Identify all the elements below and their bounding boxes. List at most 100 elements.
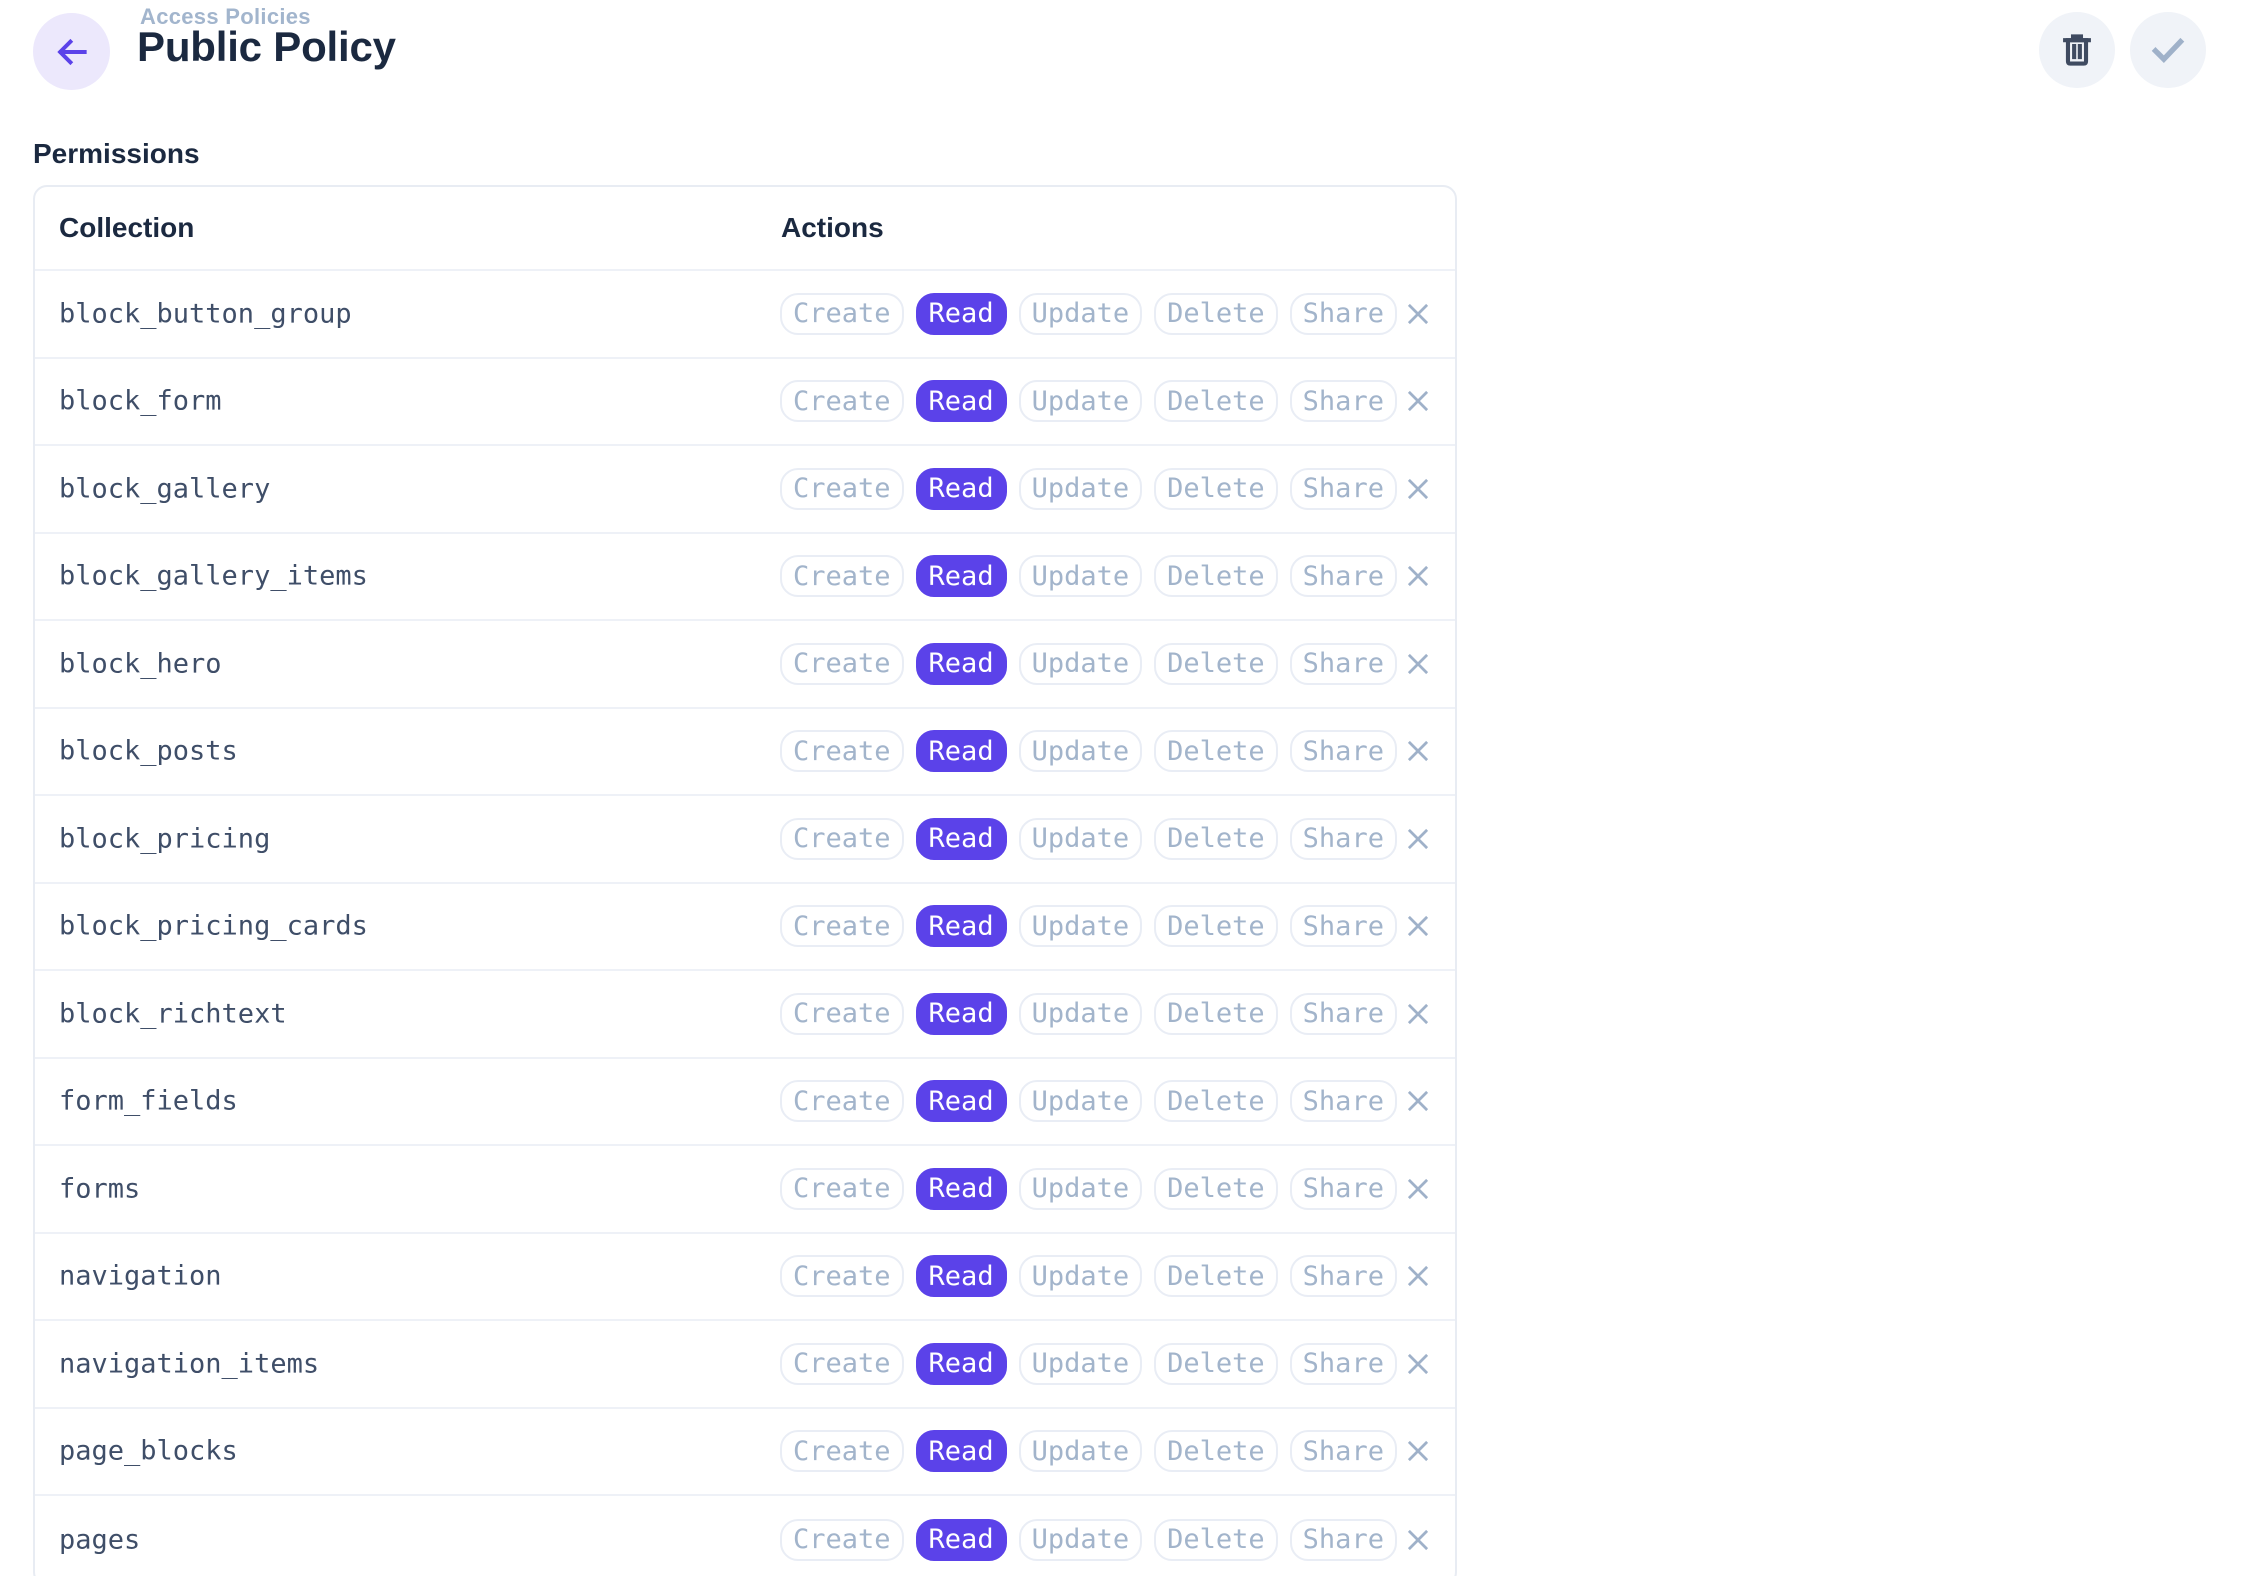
share-action-chip[interactable]: Share (1290, 468, 1397, 510)
delete-action-chip[interactable]: Delete (1154, 730, 1278, 772)
delete-action-chip[interactable]: Delete (1154, 643, 1278, 685)
delete-action-chip[interactable]: Delete (1154, 818, 1278, 860)
create-action-chip[interactable]: Create (780, 818, 904, 860)
delete-action-chip[interactable]: Delete (1154, 993, 1278, 1035)
delete-button[interactable] (2039, 12, 2115, 88)
read-action-chip[interactable]: Read (916, 1255, 1007, 1297)
read-action-chip[interactable]: Read (916, 905, 1007, 947)
share-action-chip[interactable]: Share (1290, 1343, 1397, 1385)
create-action-chip[interactable]: Create (780, 1343, 904, 1385)
read-action-chip[interactable]: Read (916, 1080, 1007, 1122)
collection-name: block_hero (59, 648, 222, 679)
remove-row-button[interactable] (1396, 554, 1440, 598)
update-action-chip[interactable]: Update (1019, 468, 1143, 510)
share-action-chip[interactable]: Share (1290, 380, 1397, 422)
update-action-chip[interactable]: Update (1019, 1255, 1143, 1297)
update-action-chip[interactable]: Update (1019, 1519, 1143, 1561)
update-action-chip[interactable]: Update (1019, 555, 1143, 597)
table-row: block_form CreateReadUpdateDeleteShare (35, 359, 1455, 447)
update-action-chip[interactable]: Update (1019, 993, 1143, 1035)
read-action-chip[interactable]: Read (916, 818, 1007, 860)
delete-action-chip[interactable]: Delete (1154, 1343, 1278, 1385)
collection-name: block_button_group (59, 298, 352, 329)
delete-action-chip[interactable]: Delete (1154, 905, 1278, 947)
share-action-chip[interactable]: Share (1290, 730, 1397, 772)
read-action-chip[interactable]: Read (916, 555, 1007, 597)
remove-row-button[interactable] (1396, 904, 1440, 948)
create-action-chip[interactable]: Create (780, 1255, 904, 1297)
remove-row-button[interactable] (1396, 1079, 1440, 1123)
share-action-chip[interactable]: Share (1290, 905, 1397, 947)
action-chips: Create Read Update Delete Share (780, 555, 1397, 597)
share-action-chip[interactable]: Share (1290, 555, 1397, 597)
delete-action-chip[interactable]: Delete (1154, 1080, 1278, 1122)
read-action-chip[interactable]: Read (916, 993, 1007, 1035)
share-action-chip[interactable]: Share (1290, 818, 1397, 860)
create-action-chip[interactable]: Create (780, 905, 904, 947)
read-action-chip[interactable]: Read (916, 730, 1007, 772)
read-action-chip[interactable]: Read (916, 1343, 1007, 1385)
remove-row-button[interactable] (1396, 1167, 1440, 1211)
update-action-chip[interactable]: Update (1019, 1080, 1143, 1122)
remove-row-button[interactable] (1396, 1429, 1440, 1473)
remove-row-button[interactable] (1396, 729, 1440, 773)
update-action-chip[interactable]: Update (1019, 380, 1143, 422)
update-action-chip[interactable]: Update (1019, 293, 1143, 335)
remove-row-button[interactable] (1396, 642, 1440, 686)
update-action-chip[interactable]: Update (1019, 818, 1143, 860)
share-action-chip[interactable]: Share (1290, 1080, 1397, 1122)
remove-row-button[interactable] (1396, 992, 1440, 1036)
close-icon (1403, 1261, 1433, 1291)
create-action-chip[interactable]: Create (780, 1168, 904, 1210)
create-action-chip[interactable]: Create (780, 468, 904, 510)
update-action-chip[interactable]: Update (1019, 643, 1143, 685)
remove-row-button[interactable] (1396, 292, 1440, 336)
read-action-chip[interactable]: Read (916, 1519, 1007, 1561)
update-action-chip[interactable]: Update (1019, 730, 1143, 772)
read-action-chip[interactable]: Read (916, 293, 1007, 335)
create-action-chip[interactable]: Create (780, 993, 904, 1035)
update-action-chip[interactable]: Update (1019, 1168, 1143, 1210)
create-action-chip[interactable]: Create (780, 555, 904, 597)
share-action-chip[interactable]: Share (1290, 643, 1397, 685)
create-action-chip[interactable]: Create (780, 293, 904, 335)
create-action-chip[interactable]: Create (780, 1519, 904, 1561)
share-action-chip[interactable]: Share (1290, 1168, 1397, 1210)
remove-row-button[interactable] (1396, 1342, 1440, 1386)
share-action-chip[interactable]: Share (1290, 1255, 1397, 1297)
delete-action-chip[interactable]: Delete (1154, 468, 1278, 510)
create-action-chip[interactable]: Create (780, 1430, 904, 1472)
update-action-chip[interactable]: Update (1019, 905, 1143, 947)
update-action-chip[interactable]: Update (1019, 1343, 1143, 1385)
read-action-chip[interactable]: Read (916, 643, 1007, 685)
back-button[interactable] (33, 13, 110, 90)
remove-row-button[interactable] (1396, 1518, 1440, 1562)
share-action-chip[interactable]: Share (1290, 1519, 1397, 1561)
read-action-chip[interactable]: Read (916, 468, 1007, 510)
read-action-chip[interactable]: Read (916, 1168, 1007, 1210)
delete-action-chip[interactable]: Delete (1154, 293, 1278, 335)
remove-row-button[interactable] (1396, 379, 1440, 423)
share-action-chip[interactable]: Share (1290, 993, 1397, 1035)
remove-row-button[interactable] (1396, 467, 1440, 511)
delete-action-chip[interactable]: Delete (1154, 380, 1278, 422)
create-action-chip[interactable]: Create (780, 730, 904, 772)
delete-action-chip[interactable]: Delete (1154, 1255, 1278, 1297)
remove-row-button[interactable] (1396, 1254, 1440, 1298)
create-action-chip[interactable]: Create (780, 1080, 904, 1122)
create-action-chip[interactable]: Create (780, 643, 904, 685)
remove-row-button[interactable] (1396, 817, 1440, 861)
delete-action-chip[interactable]: Delete (1154, 1168, 1278, 1210)
save-button[interactable] (2130, 12, 2206, 88)
action-chips: Create Read Update Delete Share (780, 993, 1397, 1035)
read-action-chip[interactable]: Read (916, 1430, 1007, 1472)
delete-action-chip[interactable]: Delete (1154, 1430, 1278, 1472)
close-icon (1403, 736, 1433, 766)
delete-action-chip[interactable]: Delete (1154, 555, 1278, 597)
read-action-chip[interactable]: Read (916, 380, 1007, 422)
share-action-chip[interactable]: Share (1290, 1430, 1397, 1472)
delete-action-chip[interactable]: Delete (1154, 1519, 1278, 1561)
create-action-chip[interactable]: Create (780, 380, 904, 422)
share-action-chip[interactable]: Share (1290, 293, 1397, 335)
update-action-chip[interactable]: Update (1019, 1430, 1143, 1472)
